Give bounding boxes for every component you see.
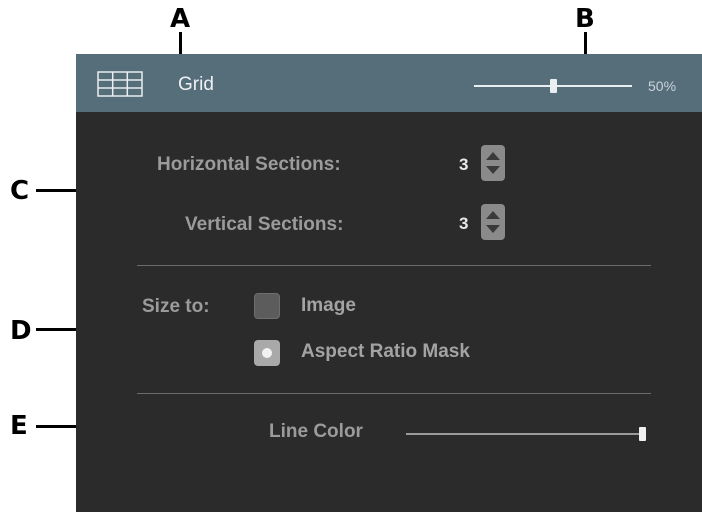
line-color-slider-thumb[interactable] xyxy=(639,427,646,441)
line-color-slider-track[interactable] xyxy=(406,433,646,435)
stepper-up-icon[interactable] xyxy=(486,211,500,219)
callout-b: B xyxy=(575,4,595,34)
divider-sections xyxy=(137,265,651,266)
panel-title: Grid xyxy=(178,74,214,95)
opacity-slider[interactable] xyxy=(474,78,632,94)
size-to-aspect-ratio-mask-label[interactable]: Aspect Ratio Mask xyxy=(301,341,470,363)
stepper-down-icon[interactable] xyxy=(486,225,500,233)
stepper-down-icon[interactable] xyxy=(486,166,500,174)
callout-e: E xyxy=(10,411,28,441)
panel-header: Grid 50% xyxy=(76,54,702,112)
vertical-sections-stepper[interactable] xyxy=(481,204,505,240)
size-to-image-checkbox[interactable] xyxy=(254,293,280,319)
divider-size xyxy=(137,393,651,394)
vertical-sections-label: Vertical Sections: xyxy=(185,214,344,235)
size-to-aspect-ratio-mask-radio[interactable] xyxy=(254,340,280,366)
horizontal-sections-label: Horizontal Sections: xyxy=(157,154,341,175)
size-to-image-label[interactable]: Image xyxy=(301,295,356,317)
vertical-sections-value[interactable]: 3 xyxy=(459,214,468,234)
callout-d: D xyxy=(10,316,32,346)
stepper-up-icon[interactable] xyxy=(486,152,500,160)
grid-panel: Grid 50% Horizontal Sections: 3 Vertical… xyxy=(76,54,702,512)
opacity-slider-thumb[interactable] xyxy=(550,79,557,93)
horizontal-sections-stepper[interactable] xyxy=(481,145,505,181)
selected-dot-icon xyxy=(262,348,272,358)
line-color-label: Line Color xyxy=(269,421,363,442)
horizontal-sections-value[interactable]: 3 xyxy=(459,155,468,175)
opacity-value: 50% xyxy=(648,78,677,94)
callout-a: A xyxy=(170,4,191,34)
grid-icon[interactable] xyxy=(97,71,143,102)
callout-c: C xyxy=(10,176,30,206)
size-to-label: Size to: xyxy=(142,296,210,317)
